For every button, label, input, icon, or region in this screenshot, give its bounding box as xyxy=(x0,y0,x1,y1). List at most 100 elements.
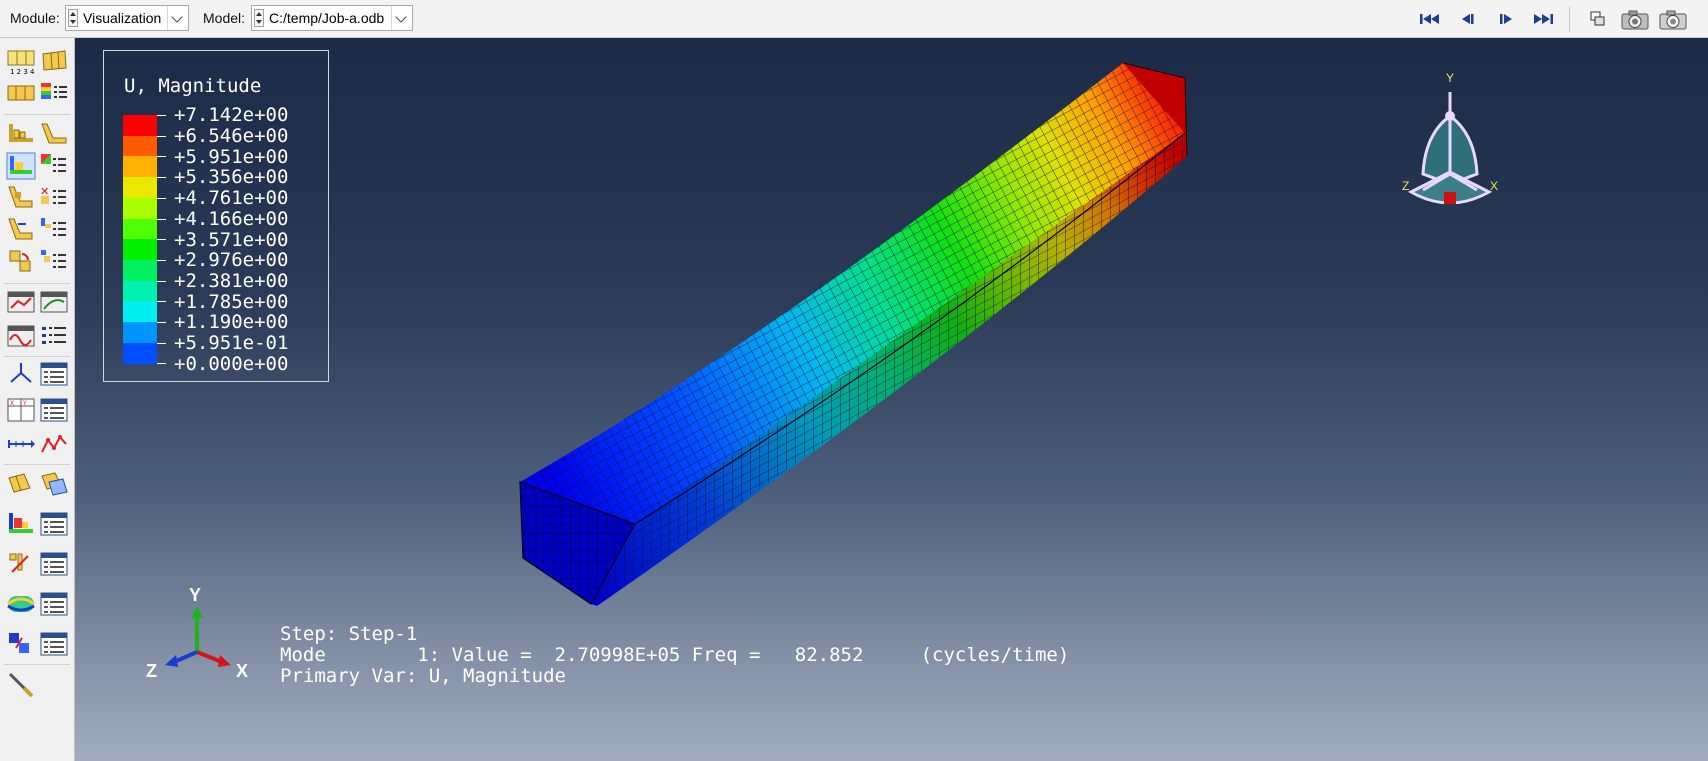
legend-tick xyxy=(157,177,166,179)
superimpose-options-icon[interactable] xyxy=(39,248,69,276)
module-spinner[interactable] xyxy=(68,9,78,27)
legend-tick xyxy=(157,156,166,158)
legend-swatch xyxy=(123,218,157,240)
legend-tick xyxy=(157,301,166,303)
legend-value: +1.190e+00 xyxy=(174,311,289,333)
contour-plot-options-icon[interactable] xyxy=(39,152,69,180)
camera-icon[interactable] xyxy=(1620,9,1650,30)
legend-tick xyxy=(157,280,166,282)
create-display-group-icon[interactable] xyxy=(6,470,36,498)
xy-curve-icon[interactable] xyxy=(39,430,69,458)
xy-plot-manager-icon[interactable] xyxy=(39,396,69,424)
plot-contours-on-deformed-icon[interactable] xyxy=(6,152,36,180)
legend-swatch xyxy=(123,239,157,261)
contour-options-icon[interactable] xyxy=(39,80,69,108)
allow-multiple-plot-states-icon[interactable] xyxy=(6,248,36,276)
plot-state-text: Step: Step-1 Mode 1: Value = 2.70998E+05… xyxy=(280,624,1069,687)
contour-legend[interactable]: U, Magnitude +7.142e+00 +6.546e+00 +5.95… xyxy=(103,50,329,382)
animate-harmonic-icon[interactable] xyxy=(6,322,36,350)
view-cut-icon[interactable] xyxy=(6,510,36,538)
symbol-options-icon[interactable]: ✕ xyxy=(39,184,69,212)
legend-value: +5.951e-01 xyxy=(174,332,289,354)
legend-tick xyxy=(157,363,166,365)
step-text: Step: Step-1 xyxy=(280,623,418,645)
next-frame-icon[interactable] xyxy=(1494,9,1518,29)
legend-tick xyxy=(157,115,166,116)
model-select[interactable]: C:/temp/Job-a.odb xyxy=(251,5,413,31)
context-bar: Module: Visualization Model: C:/temp/Job… xyxy=(0,0,1708,38)
legend-swatch xyxy=(123,322,157,344)
last-frame-icon[interactable] xyxy=(1531,9,1555,29)
chevron-down-icon[interactable] xyxy=(391,6,412,30)
legend-swatch xyxy=(123,259,157,282)
xy-data-manager-icon[interactable] xyxy=(39,360,69,388)
path-icon[interactable] xyxy=(6,430,36,458)
plot-symbols-icon[interactable] xyxy=(6,120,36,148)
create-xy-plot-icon[interactable]: XY xyxy=(6,396,36,424)
legend-tick xyxy=(157,342,166,344)
query-tool-icon[interactable] xyxy=(6,670,36,698)
mode-text: Mode 1: Value = 2.70998E+05 Freq = 82.85… xyxy=(280,644,1070,666)
snapshot-icon[interactable] xyxy=(1658,9,1688,30)
toolbox-divider xyxy=(4,283,70,284)
primary-var-text: Primary Var: U, Magnitude xyxy=(280,665,566,687)
legend-swatch xyxy=(123,301,157,323)
axis-triad: Y Z X xyxy=(146,586,248,681)
legend-value: +2.976e+00 xyxy=(174,249,289,271)
legend-tick xyxy=(157,239,166,241)
legend-swatch xyxy=(123,156,157,178)
module-select-value: Visualization xyxy=(83,10,162,26)
toolbox: 1 2 3 4 ✕ XY xyxy=(0,38,75,761)
animate-scale-factor-icon[interactable] xyxy=(6,288,36,316)
stream-manager-icon[interactable] xyxy=(39,550,69,578)
plot-material-orientation-icon[interactable] xyxy=(6,216,36,244)
legend-value: +6.546e+00 xyxy=(174,125,289,147)
plot-contours-icon[interactable] xyxy=(6,80,36,108)
svg-text:1 2 3 4: 1 2 3 4 xyxy=(10,68,35,76)
plot-material-orientations-icon[interactable] xyxy=(39,120,69,148)
legend-swatch xyxy=(123,342,157,364)
previous-frame-icon[interactable] xyxy=(1456,9,1480,29)
legend-swatch xyxy=(123,135,157,157)
svg-text:Y: Y xyxy=(22,400,27,407)
legend-tick xyxy=(157,259,166,261)
module-select[interactable]: Visualization xyxy=(65,5,189,31)
legend-value: +0.000e+00 xyxy=(174,353,289,375)
plot-undeformed-icon[interactable]: 1 2 3 4 xyxy=(6,48,36,76)
create-xy-data-icon[interactable] xyxy=(6,360,36,388)
animate-time-history-icon[interactable] xyxy=(39,288,69,316)
free-body-cut-icon[interactable] xyxy=(6,590,36,618)
legend-value: +1.785e+00 xyxy=(174,291,289,313)
field-output-manager-icon[interactable] xyxy=(39,630,69,658)
view-orientation-icon[interactable]: Y Z X xyxy=(1395,64,1505,204)
create-field-output-icon[interactable] xyxy=(6,630,36,658)
toolbar-divider xyxy=(1569,6,1570,32)
triad-x-label: X xyxy=(236,661,248,681)
legend-value: +4.166e+00 xyxy=(174,208,289,230)
animation-options-icon[interactable] xyxy=(39,322,69,350)
material-orientation-options-icon[interactable] xyxy=(39,216,69,244)
chevron-down-icon[interactable] xyxy=(167,6,188,30)
display-group-manager-icon[interactable] xyxy=(39,470,69,498)
first-frame-icon[interactable] xyxy=(1418,9,1442,29)
legend-swatch xyxy=(123,115,157,137)
plot-deformed-icon[interactable] xyxy=(39,48,69,76)
legend-value: +5.951e+00 xyxy=(174,146,289,168)
stream-icon[interactable] xyxy=(6,550,36,578)
legend-tick xyxy=(157,135,166,137)
legend-value: +3.571e+00 xyxy=(174,229,289,251)
viewport[interactable]: U, Magnitude +7.142e+00 +6.546e+00 +5.95… xyxy=(75,38,1708,761)
toolbox-divider xyxy=(4,664,70,665)
free-body-cut-manager-icon[interactable] xyxy=(39,590,69,618)
model-label: Model: xyxy=(203,10,246,26)
plot-symbols-on-deformed-icon[interactable] xyxy=(6,184,36,212)
legend-tick xyxy=(157,197,166,199)
legend-value: +4.761e+00 xyxy=(174,187,289,209)
toolbox-divider xyxy=(4,356,70,357)
legend-value: +2.381e+00 xyxy=(174,270,289,292)
legend-swatch xyxy=(123,280,157,302)
model-spinner[interactable] xyxy=(254,9,264,27)
view-manager-icon[interactable] xyxy=(1586,9,1610,29)
legend-title: U, Magnitude xyxy=(124,75,262,97)
view-cut-manager-icon[interactable] xyxy=(39,510,69,538)
